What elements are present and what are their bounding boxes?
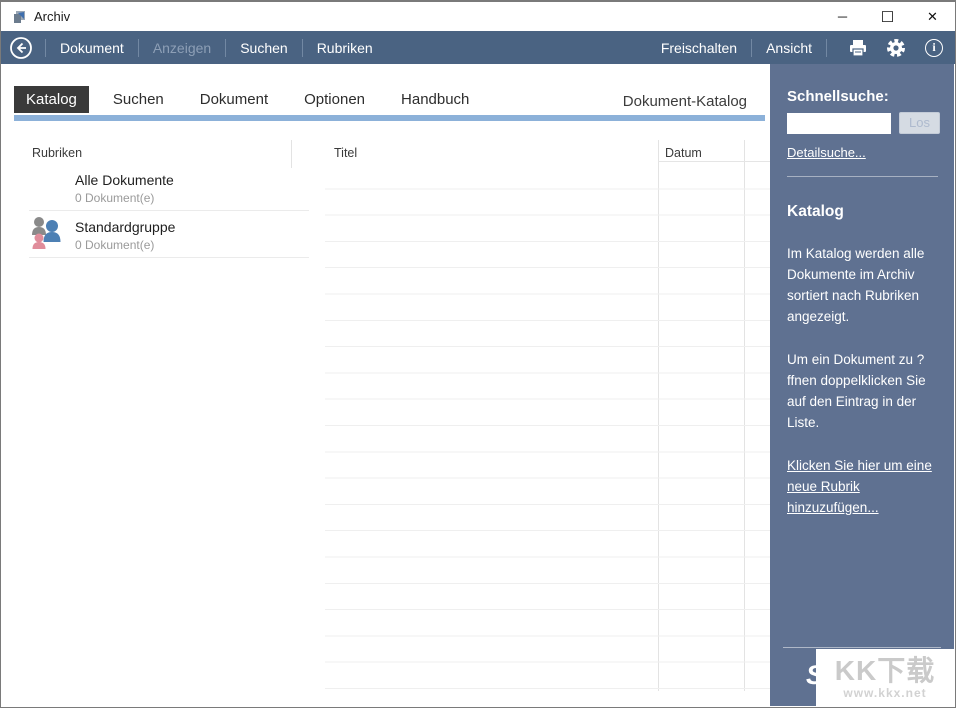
sidebar-divider [783,647,941,648]
column-divider [291,140,292,168]
menu-item-freischalten[interactable]: Freischalten [659,40,739,56]
menu-item-rubriken[interactable]: Rubriken [315,40,375,56]
maximize-button[interactable]: ☐ [865,2,910,31]
list-item-count: 0 Dokument(e) [75,191,155,205]
toolbar-separator [45,38,46,57]
menu-item-dokument[interactable]: Dokument [58,40,126,56]
watermark: KK下载 www.kkx.net [816,649,954,706]
tab-dokument[interactable]: Dokument [188,86,280,113]
toolbar: Dokument Anzeigen Suchen Rubriken Freisc… [1,31,955,64]
printer-icon[interactable] [847,37,869,59]
toolbar-separator [137,38,139,57]
list-item-count: 0 Dokument(e) [75,238,155,252]
accent-bar [14,115,765,121]
close-button[interactable]: ✕ [910,2,955,31]
watermark-url: www.kkx.net [843,685,927,700]
main-content: Katalog Suchen Dokument Optionen Handbuc… [2,64,773,706]
row-divider [29,257,309,258]
menu-item-ansicht[interactable]: Ansicht [764,40,814,56]
quick-search-input[interactable] [787,112,891,134]
toolbar-right: Freischalten Ansicht i [659,37,955,59]
group-icon [32,217,61,249]
sidebar-section-title: Katalog [787,203,844,220]
document-table-body[interactable] [325,163,772,691]
search-go-button[interactable]: Los [899,112,940,134]
toolbar-separator [301,38,303,57]
table-header-titel[interactable]: Titel [334,146,357,160]
toolbar-separator [826,38,827,57]
menu-item-anzeigen: Anzeigen [152,39,212,56]
back-icon[interactable] [9,36,33,60]
toolbar-separator [225,38,227,57]
page-title: Dokument-Katalog [622,93,747,110]
sidebar: Schnellsuche: Los Detailsuche... Katalog… [770,64,954,706]
app-icon [14,10,25,23]
window-controls: ─ ☐ ✕ [820,2,955,31]
list-item-standardgruppe[interactable]: Standardgruppe [75,219,175,235]
info-icon[interactable]: i [923,37,945,59]
tab-katalog[interactable]: Katalog [14,86,89,113]
list-item-alle-dokumente[interactable]: Alle Dokumente [75,172,174,188]
row-divider [29,210,309,211]
app-window: Archiv ─ ☐ ✕ Dokument Anzeigen Suchen Ru… [0,0,956,708]
watermark-logo: KK下载 [834,654,936,686]
tab-handbuch[interactable]: Handbuch [389,86,481,113]
rubriken-column-header: Rubriken [32,146,83,160]
detail-search-link[interactable]: Detailsuche... [787,145,866,160]
tab-optionen[interactable]: Optionen [292,86,377,113]
add-rubrik-link[interactable]: Klicken Sie hier um eine neue Rubrik hin… [787,455,940,518]
toolbar-separator [751,38,753,57]
sidebar-paragraph: Im Katalog werden alle Dokumente im Arch… [787,246,925,324]
sidebar-divider [787,176,938,177]
tab-bar: Katalog Suchen Dokument Optionen Handbuc… [14,86,493,113]
header-divider [658,161,770,162]
table-header-datum[interactable]: Datum [665,146,702,160]
menu-item-suchen[interactable]: Suchen [238,40,289,56]
quick-search-label: Schnellsuche: [787,88,889,105]
window-title: Archiv [34,9,71,24]
tab-suchen[interactable]: Suchen [101,86,176,113]
title-bar: Archiv ─ ☐ ✕ [1,2,955,31]
sidebar-paragraph: Um ein Dokument zu ?ffnen doppelklicken … [787,352,926,430]
gear-icon[interactable] [885,37,907,59]
minimize-button[interactable]: ─ [820,2,865,31]
